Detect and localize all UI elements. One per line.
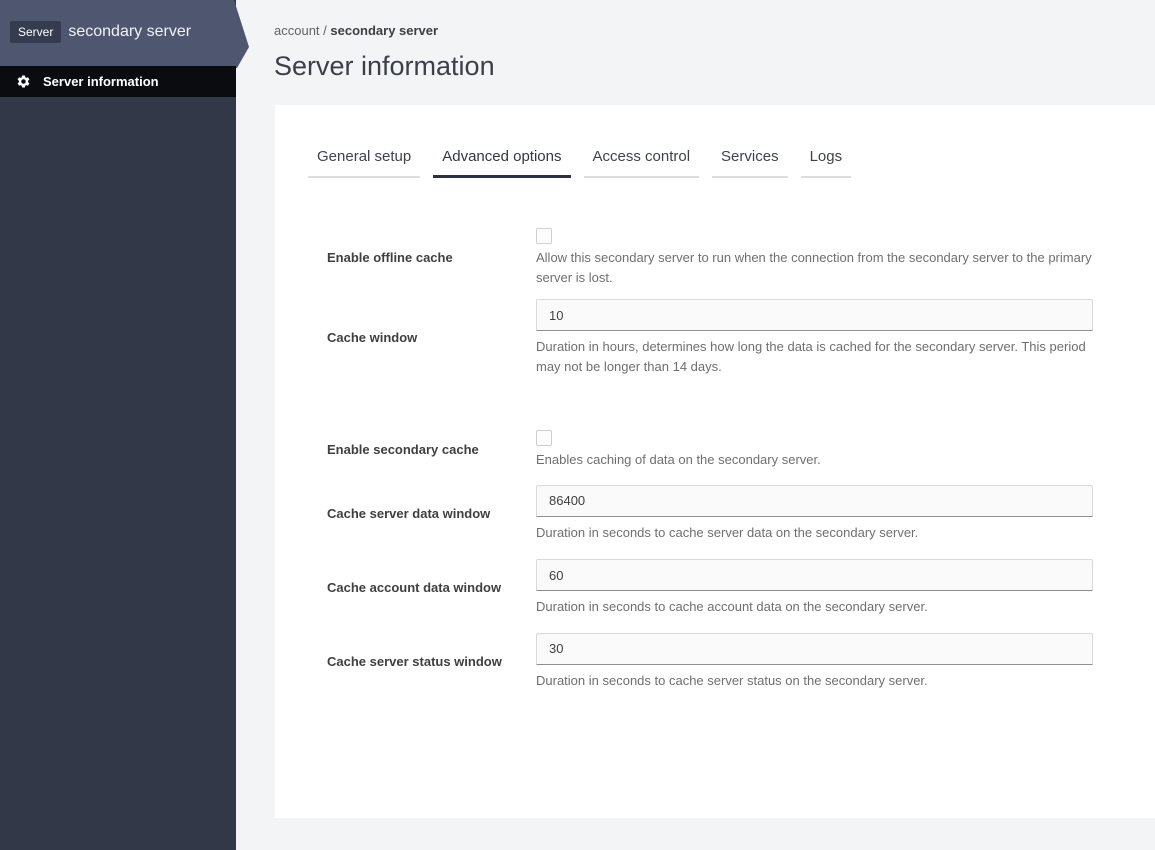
breadcrumb: account / secondary server (274, 23, 1155, 38)
field-label: Cache server data window (327, 505, 491, 521)
field-help-text: Duration in seconds to cache account dat… (536, 599, 928, 614)
field-control: Duration in seconds to cache account dat… (536, 559, 1093, 617)
cache-server-data-window-input[interactable] (536, 484, 1093, 517)
field-label: Cache account data window (327, 580, 502, 596)
field-label: Enable offline cache (327, 250, 453, 265)
breadcrumb-separator: / (319, 23, 331, 38)
enable-offline-cache-checkbox[interactable] (536, 228, 552, 244)
enable-secondary-cache-checkbox[interactable] (536, 430, 552, 446)
field-help-text: Allow this secondary server to run when … (536, 250, 1092, 285)
field-label: Enable secondary cache (327, 442, 479, 458)
tab-advanced-options[interactable]: Advanced options (433, 148, 571, 178)
field-control: Duration in hours, determines how long t… (536, 299, 1093, 376)
form-row-enable-secondary-cache: Enable secondary cache Enables caching o… (327, 430, 1093, 470)
field-control: Duration in seconds to cache server stat… (536, 632, 1093, 691)
field-label: Cache server status window (327, 653, 502, 669)
topbar: account / secondary server Server inform… (236, 0, 1155, 84)
field-help-text: Duration in hours, determines how long t… (536, 339, 1086, 374)
main-area: account / secondary server Server inform… (236, 0, 1155, 850)
field-help-text: Enables caching of data on the secondary… (536, 452, 821, 467)
content-card: General setup Advanced options Access co… (275, 105, 1155, 818)
field-help-text: Duration in seconds to cache server data… (536, 524, 919, 540)
page-title: Server information (274, 51, 495, 81)
form-row-cache-server-status-window: Cache server status window Duration in s… (327, 632, 1093, 691)
form-row-cache-server-data-window: Cache server data window Duration in sec… (327, 484, 1093, 543)
tab-services[interactable]: Services (712, 148, 788, 178)
field-help-text: Duration in seconds to cache server stat… (536, 672, 928, 688)
sidebar-server-name: secondary server (68, 23, 192, 40)
sidebar-header: Server secondary server (0, 0, 249, 68)
field-control: Duration in seconds to cache server data… (536, 484, 1093, 543)
tab-general-setup[interactable]: General setup (308, 148, 421, 178)
sidebar: Server secondary server Server informati… (0, 0, 249, 850)
form-row-cache-account-data-window: Cache account data window Duration in se… (327, 559, 1093, 617)
form-row-cache-window: Cache window Duration in hours, determin… (327, 299, 1093, 376)
gear-icon (16, 74, 31, 89)
tab-logs[interactable]: Logs (800, 148, 852, 178)
tab-bar: General setup Advanced options Access co… (308, 148, 1155, 178)
cache-account-data-window-input[interactable] (536, 559, 1093, 591)
sidebar-item-server-information[interactable]: Server information (0, 66, 236, 97)
breadcrumb-current: secondary server (330, 23, 439, 38)
form-row-enable-offline-cache: Enable offline cache Allow this secondar… (327, 228, 1093, 287)
cache-server-status-window-input[interactable] (536, 632, 1093, 665)
advanced-options-form: Enable offline cache Allow this secondar… (275, 228, 1155, 690)
server-type-badge: Server (10, 21, 62, 43)
breadcrumb-account-link[interactable]: account (274, 23, 320, 38)
sidebar-nav: Server information (0, 66, 236, 97)
field-control: Enables caching of data on the secondary… (536, 430, 1093, 470)
field-label: Cache window (327, 330, 418, 345)
sidebar-item-label: Server information (43, 74, 159, 89)
cache-window-input[interactable] (536, 299, 1093, 331)
tab-access-control[interactable]: Access control (583, 148, 700, 178)
field-control: Allow this secondary server to run when … (536, 228, 1093, 287)
